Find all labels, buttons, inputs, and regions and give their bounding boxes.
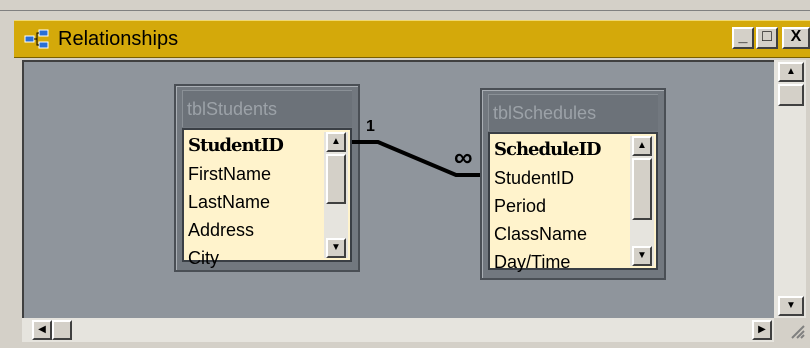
many-side-label: ∞: [454, 142, 473, 172]
scroll-right-button[interactable]: ▶: [752, 320, 772, 340]
title-bar[interactable]: Relationships _ □ X: [14, 20, 810, 58]
minimize-button[interactable]: _: [732, 27, 754, 49]
scroll-up-button[interactable]: ▲: [778, 62, 804, 82]
scroll-thumb[interactable]: [52, 320, 72, 340]
scroll-down-button[interactable]: ▼: [778, 296, 804, 316]
close-button[interactable]: X: [782, 27, 810, 49]
relationships-pane: tblStudents StudentID FirstName LastName…: [14, 58, 810, 348]
relationship-canvas[interactable]: tblStudents StudentID FirstName LastName…: [22, 60, 776, 318]
window-title: Relationships: [58, 28, 179, 50]
maximize-button[interactable]: □: [756, 27, 778, 49]
relationships-window: Relationships _ □ X tblStudents StudentI…: [0, 0, 810, 348]
horizontal-scrollbar[interactable]: ◀ ▶: [22, 318, 774, 342]
window-top-edge: [0, 0, 810, 11]
scroll-left-button[interactable]: ◀: [32, 320, 52, 340]
vertical-scrollbar[interactable]: ▲ ▼: [774, 60, 806, 318]
relationships-icon: [24, 29, 49, 49]
resize-grip-icon[interactable]: [786, 320, 806, 340]
relationship-join-line[interactable]: [24, 62, 776, 318]
scroll-thumb[interactable]: [778, 84, 804, 106]
one-side-label: 1: [366, 118, 375, 135]
